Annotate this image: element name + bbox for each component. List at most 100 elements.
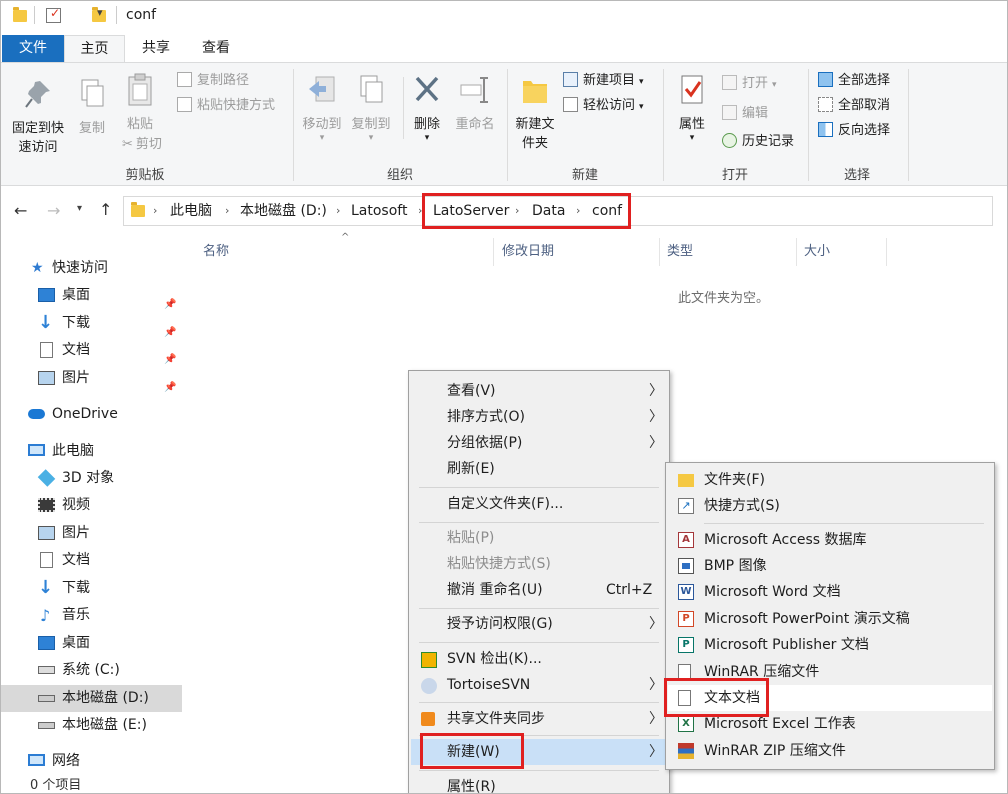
nav-onedrive[interactable]: OneDrive <box>0 401 182 428</box>
copy-button[interactable]: 复制 <box>73 77 111 138</box>
cut-button[interactable]: ✂ 剪切 <box>122 136 162 154</box>
menu-item-paste[interactable]: 粘贴(P) <box>447 525 494 551</box>
back-arrow-icon[interactable]: ← <box>14 201 27 220</box>
submenu-item-publisher[interactable]: P Microsoft Publisher 文档 <box>666 632 994 658</box>
highlight-path-box <box>422 193 631 229</box>
submenu-item-access[interactable]: A Microsoft Access 数据库 <box>666 527 994 553</box>
edit-button[interactable]: 编辑 <box>722 105 768 123</box>
crumb-drive-d[interactable]: 本地磁盘 (D:) <box>240 203 327 219</box>
menu-item-svn-checkout[interactable]: SVN 检出(K)... <box>447 646 542 672</box>
column-separator[interactable] <box>796 238 797 266</box>
drive-icon <box>38 695 55 702</box>
menu-item-view[interactable]: 查看(V) <box>447 378 496 404</box>
easy-access-button[interactable]: 轻松访问 ▾ <box>563 97 644 116</box>
tab-view[interactable]: 查看 <box>190 35 242 62</box>
cube-icon <box>37 469 56 487</box>
select-all-button[interactable]: 全部选择 <box>818 72 890 90</box>
menu-item-refresh[interactable]: 刷新(E) <box>447 456 495 482</box>
nav-network[interactable]: 网络 <box>0 748 182 775</box>
new-item-button[interactable]: 新建项目 ▾ <box>563 72 644 91</box>
select-none-button[interactable]: 全部取消 <box>818 97 890 115</box>
crumb-chevron-icon[interactable]: › <box>336 203 340 219</box>
empty-folder-text: 此文件夹为空。 <box>678 291 770 306</box>
nav-music[interactable]: ♪ 音乐 <box>0 602 182 629</box>
column-name[interactable]: 名称 <box>203 244 229 260</box>
copy-to-button[interactable]: 复制到 ▾ <box>348 73 394 143</box>
nav-drive-d[interactable]: 本地磁盘 (D:) <box>0 685 182 712</box>
submenu-item-shortcut[interactable]: ↗ 快捷方式(S) <box>666 493 994 519</box>
nav-pictures-2[interactable]: 图片 <box>0 520 182 547</box>
paste-icon <box>128 73 152 106</box>
column-separator[interactable] <box>493 238 494 266</box>
crumb-this-pc[interactable]: 此电脑 <box>170 203 212 219</box>
recent-locations-chevron-icon[interactable]: ▾ <box>77 203 82 214</box>
undo-shortcut-text: Ctrl+Z <box>606 582 653 598</box>
nav-quick-access[interactable]: ★ 快速访问 <box>0 255 182 282</box>
move-to-button[interactable]: 移动到 ▾ <box>298 73 346 143</box>
menu-item-tortoisesvn[interactable]: TortoiseSVN <box>447 672 530 698</box>
nav-downloads-2[interactable]: ↓ 下载 <box>0 575 182 602</box>
select-all-icon <box>818 72 833 87</box>
open-button[interactable]: 打开 ▾ <box>722 75 777 94</box>
menu-item-customize[interactable]: 自定义文件夹(F)... <box>447 491 563 517</box>
folder-icon <box>678 474 694 487</box>
customize-qat-icon[interactable]: ▾ <box>97 6 103 19</box>
pin-quick-access-button[interactable]: 固定到快速访问 <box>4 77 72 157</box>
history-button[interactable]: 历史记录 <box>722 133 794 151</box>
scissors-icon: ✂ <box>122 137 133 152</box>
nav-videos[interactable]: 视频 <box>0 492 182 519</box>
menu-item-group[interactable]: 分组依据(P) <box>447 430 522 456</box>
column-separator[interactable] <box>886 238 887 266</box>
submenu-item-winrar-zip[interactable]: WinRAR ZIP 压缩文件 <box>666 738 994 764</box>
folder-icon <box>13 7 27 22</box>
menu-item-grant-access[interactable]: 授予访问权限(G) <box>447 611 553 637</box>
invert-selection-icon <box>818 122 833 137</box>
up-arrow-icon[interactable]: ↑ <box>99 200 112 219</box>
submenu-item-bmp[interactable]: BMP 图像 <box>666 553 994 579</box>
menu-item-sort[interactable]: 排序方式(O) <box>447 404 525 430</box>
nav-documents[interactable]: 文档 📌 <box>0 337 182 365</box>
tab-share[interactable]: 共享 <box>130 35 182 62</box>
new-folder-icon <box>523 81 547 103</box>
nav-desktop[interactable]: 桌面 📌 <box>0 282 182 310</box>
ribbon-home: 固定到快速访问 复制 粘贴 复制路径 粘贴快捷方式 ✂ 剪切 剪贴板 移动到 ▾ … <box>0 62 1008 186</box>
nav-drive-e[interactable]: 本地磁盘 (E:) <box>0 712 182 739</box>
shortcut-arrow-icon: ↗ <box>678 498 694 514</box>
menu-item-share-sync[interactable]: 共享文件夹同步 <box>447 706 545 732</box>
tab-home[interactable]: 主页 <box>64 35 125 62</box>
nav-desktop-2[interactable]: 桌面 <box>0 630 182 657</box>
nav-drive-c[interactable]: 系统 (C:) <box>0 657 182 684</box>
column-separator[interactable] <box>659 238 660 266</box>
properties-check-icon[interactable]: ✓ <box>46 6 61 23</box>
nav-this-pc[interactable]: 此电脑 <box>0 438 182 465</box>
crumb-chevron-icon[interactable]: › <box>225 203 229 219</box>
nav-3d-objects[interactable]: 3D 对象 <box>0 465 182 492</box>
crumb-chevron-icon[interactable]: › <box>153 203 157 219</box>
column-size[interactable]: 大小 <box>804 244 830 260</box>
menu-item-paste-shortcut[interactable]: 粘贴快捷方式(S) <box>447 551 551 577</box>
menu-item-properties[interactable]: 属性(R) <box>447 774 496 794</box>
copy-path-button[interactable]: 复制路径 <box>177 72 249 90</box>
column-type[interactable]: 类型 <box>667 244 693 260</box>
paste-shortcut-button[interactable]: 粘贴快捷方式 <box>177 97 275 115</box>
title-bar: ✓ ▾ conf <box>0 0 1008 32</box>
submenu-item-word[interactable]: W Microsoft Word 文档 <box>666 579 994 605</box>
nav-downloads[interactable]: ↓ 下载 📌 <box>0 310 182 338</box>
invert-selection-button[interactable]: 反向选择 <box>818 122 890 140</box>
nav-pictures[interactable]: 图片 📌 <box>0 365 182 393</box>
tab-file[interactable]: 文件 <box>2 35 64 62</box>
column-modified[interactable]: 修改日期 <box>502 244 554 260</box>
menu-item-undo-rename[interactable]: 撤消 重命名(U) <box>447 577 543 603</box>
paste-button[interactable]: 粘贴 <box>120 73 160 134</box>
new-folder-button[interactable]: 新建文件夹 <box>512 73 558 153</box>
submenu-item-folder[interactable]: 文件夹(F) <box>666 467 994 493</box>
submenu-item-powerpoint[interactable]: P Microsoft PowerPoint 演示文稿 <box>666 606 994 632</box>
nav-documents-2[interactable]: 文档 <box>0 547 182 574</box>
forward-arrow-icon[interactable]: → <box>47 201 60 220</box>
title-divider-2 <box>116 6 117 24</box>
delete-button[interactable]: 删除 ▾ <box>408 73 446 143</box>
tortoisesvn-icon <box>421 678 437 694</box>
rename-button[interactable]: 重命名 <box>452 73 498 134</box>
crumb-latosoft[interactable]: Latosoft <box>351 203 407 219</box>
properties-button[interactable]: 属性 ▾ <box>670 73 714 143</box>
